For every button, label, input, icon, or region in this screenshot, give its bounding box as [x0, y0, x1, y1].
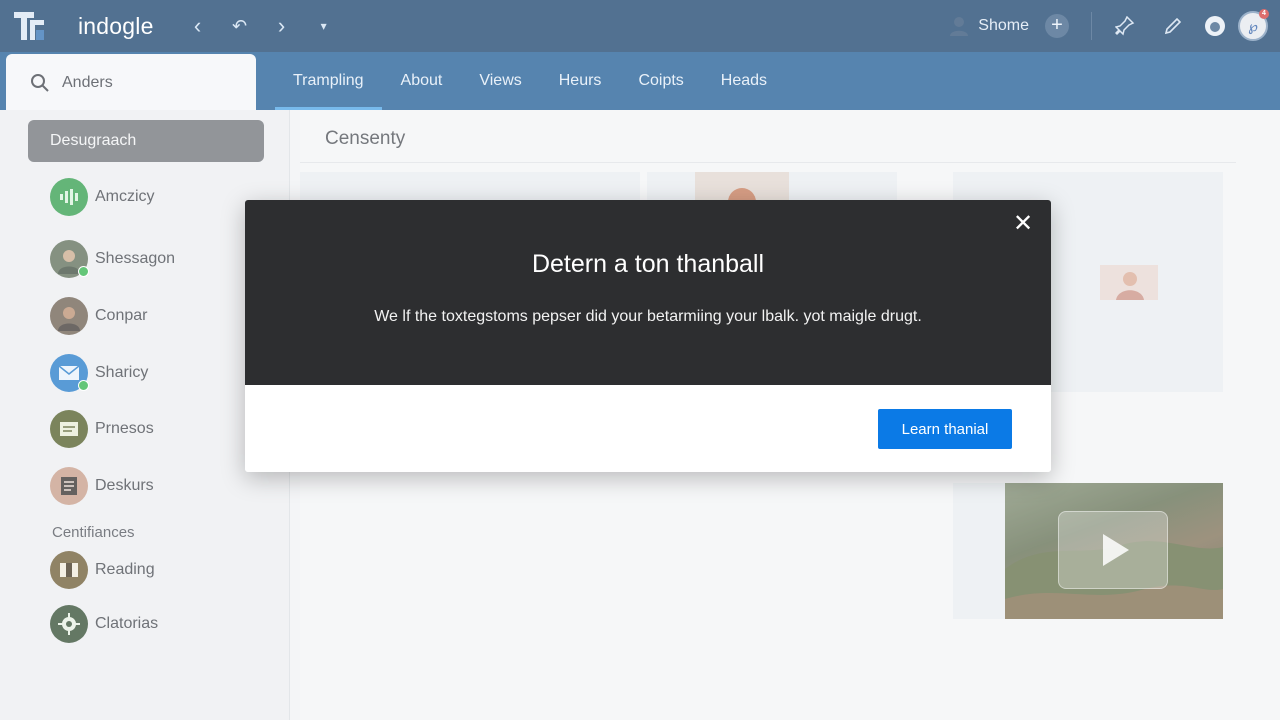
dialog-header: Detern a ton thanball We lf the toxtegst… — [245, 200, 1051, 385]
dialog-title: Detern a ton thanball — [531, 250, 765, 278]
dialog-message: We lf the toxtegstoms pepser did your be… — [374, 308, 922, 325]
learn-button[interactable]: Learn thanial — [878, 409, 1012, 449]
dialog: Detern a ton thanball We lf the toxtegst… — [245, 200, 1051, 472]
close-icon[interactable]: ✕ — [1011, 212, 1035, 236]
dialog-footer: Learn thanial — [245, 385, 1051, 472]
